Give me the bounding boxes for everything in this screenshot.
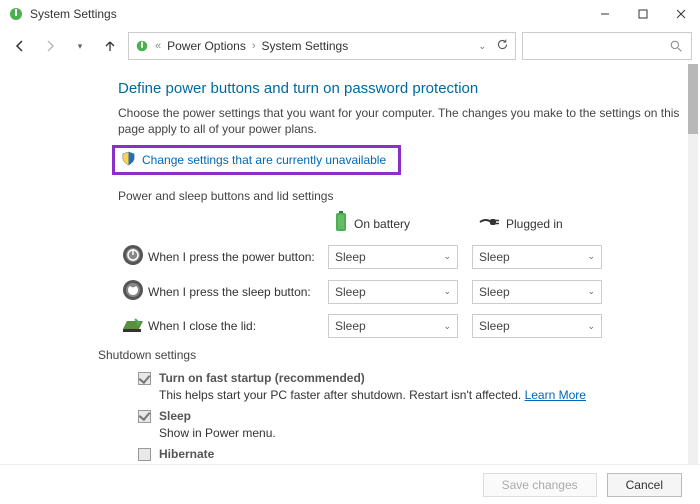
battery-icon	[334, 211, 348, 236]
scrollbar-thumb[interactable]	[688, 64, 698, 134]
breadcrumb-level2[interactable]: System Settings	[262, 39, 349, 53]
col-battery-label: On battery	[354, 217, 410, 231]
minimize-button[interactable]	[586, 0, 624, 28]
breadcrumb-level1[interactable]: Power Options	[167, 39, 246, 53]
chevron-down-icon: ⌄	[587, 251, 595, 262]
plug-icon	[478, 215, 500, 232]
power-button-plugged-select[interactable]: Sleep⌄	[472, 245, 602, 269]
titlebar: System Settings	[0, 0, 700, 28]
shutdown-item-fast-startup: Turn on fast startup (recommended) This …	[118, 370, 680, 404]
change-settings-highlight: Change settings that are currently unava…	[112, 145, 401, 175]
app-icon	[8, 6, 24, 22]
sleep-button-icon	[122, 279, 144, 304]
search-icon	[670, 40, 683, 53]
chevron-down-icon: ⌄	[443, 251, 451, 262]
sleep-button-battery-select[interactable]: Sleep⌄	[328, 280, 458, 304]
change-settings-link[interactable]: Change settings that are currently unava…	[142, 153, 386, 167]
shutdown-settings: Turn on fast startup (recommended) This …	[118, 370, 680, 479]
up-button[interactable]	[98, 34, 122, 58]
breadcrumb-chevron-icon: «	[155, 40, 161, 52]
shield-icon	[121, 151, 136, 169]
sleep-desc: Show in Power menu.	[159, 426, 276, 440]
search-input[interactable]	[522, 32, 692, 60]
refresh-icon[interactable]	[496, 38, 509, 54]
page-title: Define power buttons and turn on passwor…	[118, 80, 680, 97]
learn-more-link[interactable]: Learn More	[525, 388, 586, 402]
sleep-label: Sleep	[159, 409, 191, 423]
row-power-button: When I press the power button: Sleep⌄ Sl…	[118, 244, 680, 269]
address-dropdown-icon[interactable]: ⌄	[478, 41, 486, 52]
hibernate-label: Hibernate	[159, 447, 214, 461]
row-close-lid: When I close the lid: Sleep⌄ Sleep⌄	[118, 314, 680, 338]
fast-startup-checkbox[interactable]	[138, 372, 151, 385]
footer: Save changes Cancel	[0, 464, 700, 504]
recent-dropdown[interactable]: ▾	[68, 34, 92, 58]
column-headers: On battery Plugged in	[118, 211, 680, 236]
cancel-button[interactable]: Cancel	[607, 473, 682, 497]
sleep-checkbox[interactable]	[138, 410, 151, 423]
fast-startup-label: Turn on fast startup (recommended)	[159, 371, 365, 385]
sleep-button-plugged-select[interactable]: Sleep⌄	[472, 280, 602, 304]
address-bar[interactable]: « Power Options › System Settings ⌄	[128, 32, 516, 60]
close-button[interactable]	[662, 0, 700, 28]
lid-plugged-select[interactable]: Sleep⌄	[472, 314, 602, 338]
fast-startup-desc: This helps start your PC faster after sh…	[159, 388, 525, 402]
back-button[interactable]	[8, 34, 32, 58]
row-label: When I press the power button:	[148, 250, 328, 264]
page-subtext: Choose the power settings that you want …	[118, 105, 680, 137]
chevron-down-icon: ⌄	[587, 286, 595, 297]
hibernate-checkbox[interactable]	[138, 448, 151, 461]
lid-battery-select[interactable]: Sleep⌄	[328, 314, 458, 338]
address-icon	[135, 39, 149, 53]
maximize-button[interactable]	[624, 0, 662, 28]
lid-icon	[121, 315, 145, 338]
shutdown-item-sleep: Sleep Show in Power menu.	[118, 408, 680, 442]
save-button[interactable]: Save changes	[483, 473, 597, 497]
forward-button[interactable]	[38, 34, 62, 58]
content: Define power buttons and turn on passwor…	[0, 64, 700, 479]
navbar: ▾ « Power Options › System Settings ⌄	[0, 28, 700, 64]
row-label: When I press the sleep button:	[148, 285, 328, 299]
window-title: System Settings	[30, 7, 117, 21]
chevron-down-icon: ⌄	[443, 286, 451, 297]
section-power-sleep-label: Power and sleep buttons and lid settings	[118, 189, 680, 203]
col-plugged-label: Plugged in	[506, 217, 563, 231]
chevron-down-icon: ⌄	[587, 321, 595, 332]
row-sleep-button: When I press the sleep button: Sleep⌄ Sl…	[118, 279, 680, 304]
section-shutdown-label: Shutdown settings	[98, 348, 680, 362]
window-controls	[586, 0, 700, 28]
row-label: When I close the lid:	[148, 319, 328, 333]
power-button-battery-select[interactable]: Sleep⌄	[328, 245, 458, 269]
chevron-down-icon: ⌄	[443, 321, 451, 332]
scrollbar[interactable]	[688, 64, 698, 464]
breadcrumb-chevron-icon: ›	[252, 40, 256, 52]
power-button-icon	[122, 244, 144, 269]
